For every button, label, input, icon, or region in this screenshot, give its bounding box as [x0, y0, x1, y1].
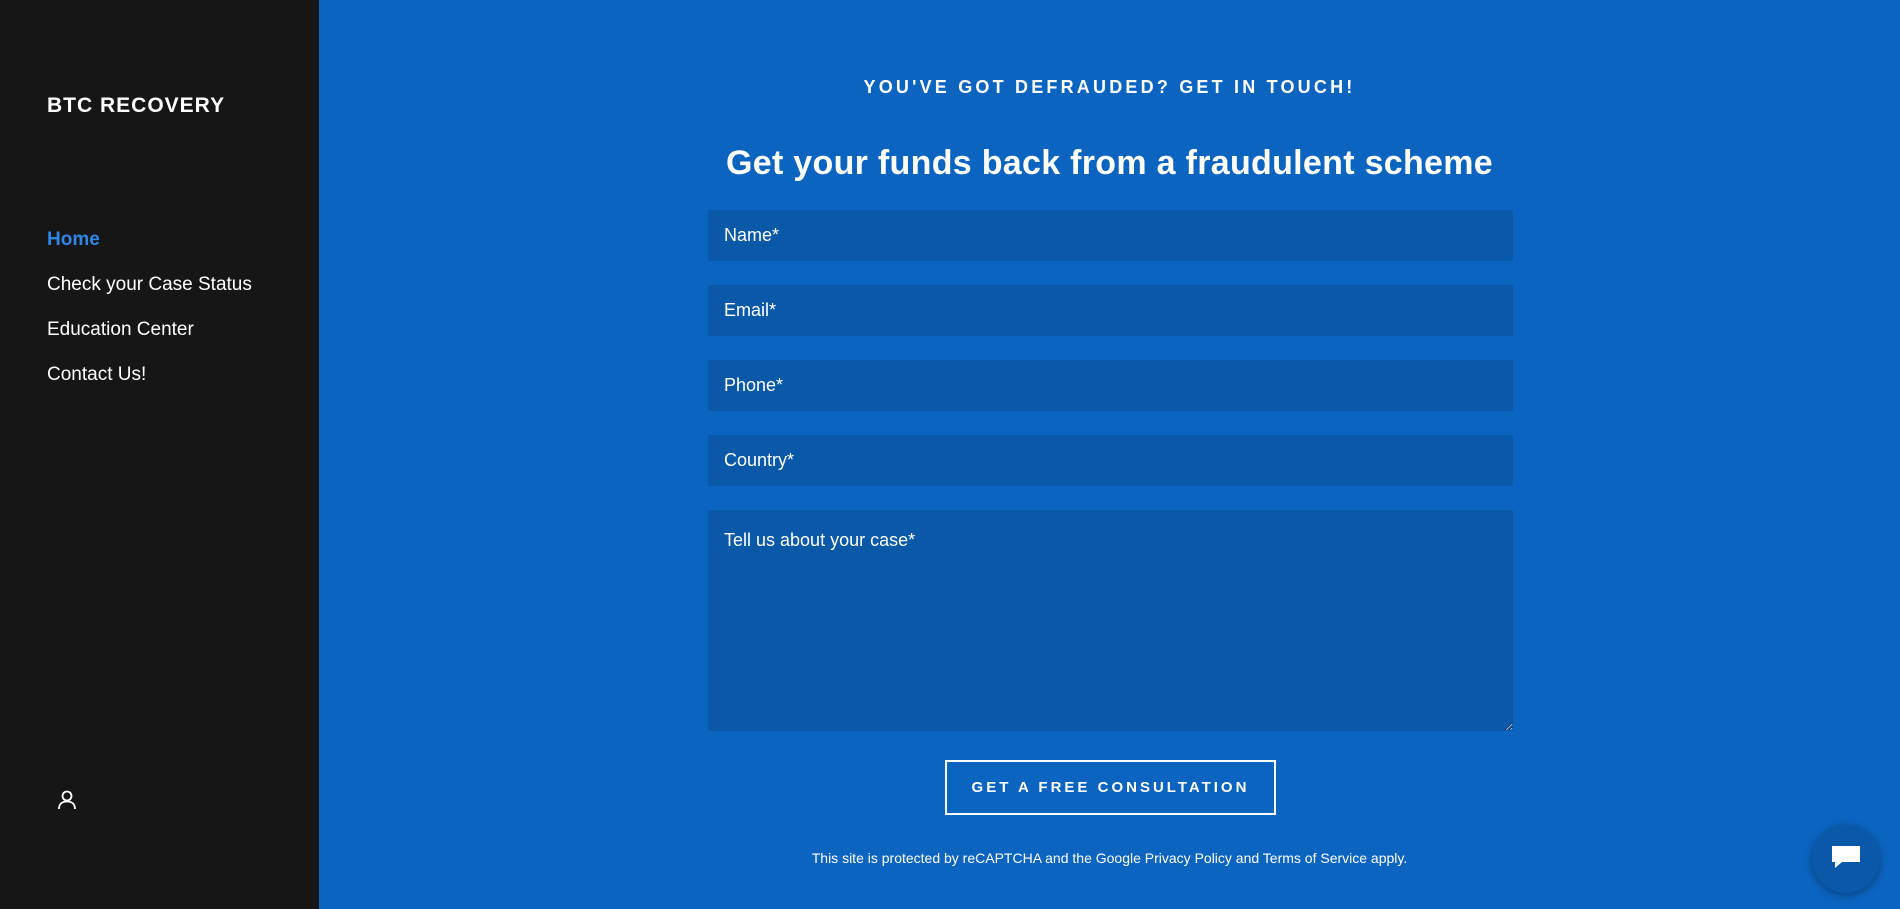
site-logo[interactable]: BTC RECOVERY: [47, 94, 225, 118]
nav-item-contact-us[interactable]: Contact Us!: [47, 363, 252, 408]
free-consultation-button[interactable]: GET A FREE CONSULTATION: [945, 760, 1276, 815]
phone-field[interactable]: [708, 360, 1513, 411]
nav-item-check-case-status[interactable]: Check your Case Status: [47, 273, 252, 318]
case-description-field[interactable]: [708, 510, 1513, 731]
chat-bubble-icon: [1830, 843, 1862, 876]
section-tagline: YOU'VE GOT DEFRAUDED? GET IN TOUCH!: [863, 77, 1356, 97]
user-icon[interactable]: [56, 789, 78, 811]
chat-button[interactable]: [1812, 825, 1880, 893]
recaptcha-notice: This site is protected by reCAPTCHA and …: [811, 850, 1408, 866]
sidebar: BTC RECOVERY Home Check your Case Status…: [0, 0, 319, 909]
email-field[interactable]: [708, 285, 1513, 336]
page-title: Get your funds back from a fraudulent sc…: [725, 144, 1494, 182]
country-field[interactable]: [708, 435, 1513, 486]
main-nav: Home Check your Case Status Education Ce…: [47, 228, 252, 408]
name-field[interactable]: [708, 210, 1513, 261]
contact-section: YOU'VE GOT DEFRAUDED? GET IN TOUCH! Get …: [319, 0, 1900, 909]
nav-item-education-center[interactable]: Education Center: [47, 318, 252, 363]
nav-item-home[interactable]: Home: [47, 228, 252, 273]
